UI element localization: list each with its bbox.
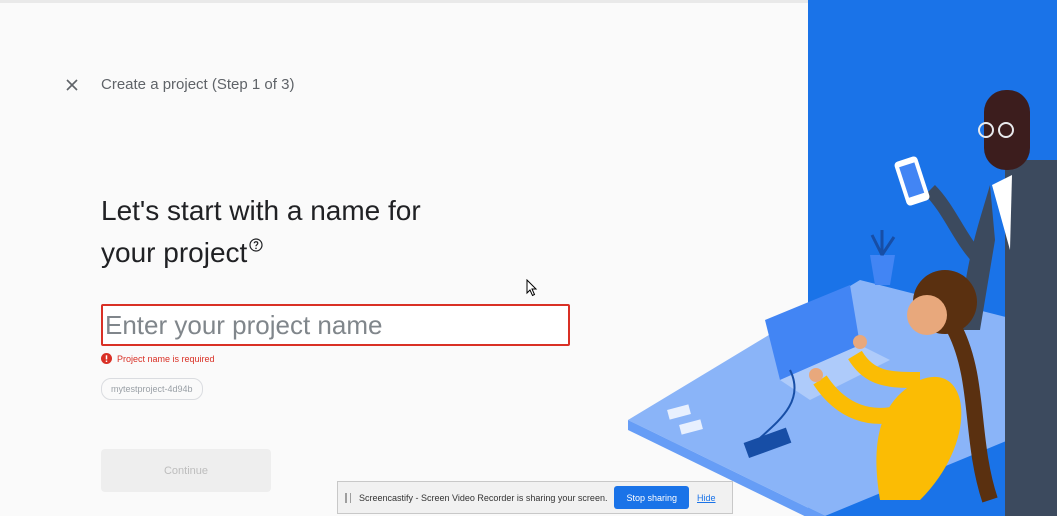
- page-heading: Let's start with a name for your project: [101, 190, 521, 274]
- create-project-page: Create a project (Step 1 of 3) Let's sta…: [0, 0, 1057, 516]
- help-circle-icon[interactable]: [249, 238, 263, 252]
- project-id-chip[interactable]: mytestproject-4d94b: [101, 378, 203, 400]
- heading-line-2: your project: [101, 237, 248, 268]
- hide-link[interactable]: Hide: [697, 493, 716, 503]
- screen-share-bar: Screencastify - Screen Video Recorder is…: [337, 481, 733, 514]
- project-illustration: [628, 90, 1057, 516]
- close-icon[interactable]: [62, 75, 82, 95]
- error-icon: [101, 353, 112, 364]
- project-name-input[interactable]: [101, 304, 570, 346]
- stop-sharing-button[interactable]: Stop sharing: [614, 486, 689, 509]
- heading-line-1: Let's start with a name for: [101, 195, 421, 226]
- screen-share-message: Screencastify - Screen Video Recorder is…: [359, 492, 608, 503]
- pause-icon: [345, 492, 351, 503]
- step-title: Create a project (Step 1 of 3): [101, 76, 295, 93]
- error-message: Project name is required: [117, 353, 215, 364]
- continue-button[interactable]: Continue: [101, 449, 271, 492]
- error-row: Project name is required: [101, 353, 215, 364]
- mouse-cursor-icon: [526, 279, 538, 297]
